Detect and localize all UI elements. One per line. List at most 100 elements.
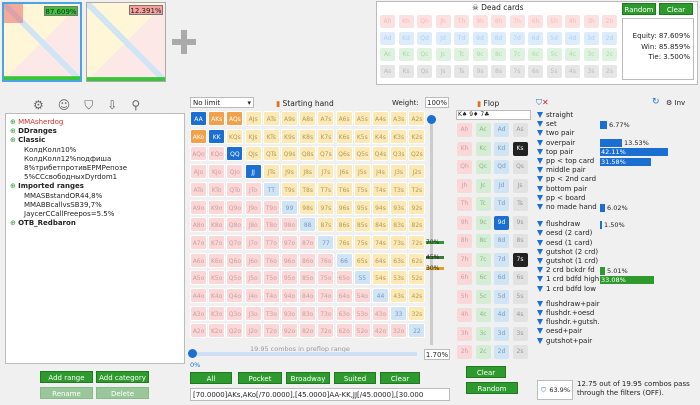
tree-item[interactable]: MMASBstandOR44,8% <box>10 192 184 201</box>
dead-card[interactable]: 9d <box>472 31 488 45</box>
hand-cell[interactable]: 65o <box>335 270 353 286</box>
hand-cell[interactable]: K3s <box>390 128 408 144</box>
broadway-button[interactable]: Broadway <box>286 372 330 384</box>
flop-card[interactable]: Td <box>494 197 509 211</box>
filter-item[interactable]: gutshot (2 crd) <box>537 248 598 257</box>
flop-card[interactable]: 2d <box>494 345 509 359</box>
hand-cell[interactable]: T3s <box>390 181 408 197</box>
hand-cell[interactable]: K2s <box>408 128 426 144</box>
hand-cell[interactable]: KK <box>208 128 226 144</box>
hand-cell[interactable]: 76s <box>335 234 353 250</box>
range-text-field[interactable]: [70.0000]AKs,AKo[/70.0000],[45.0000]AA-K… <box>190 388 450 401</box>
hand-cell[interactable]: J8s <box>299 164 317 180</box>
expand-icon[interactable]: ⊕ <box>10 136 16 144</box>
dead-card[interactable]: 3s <box>583 64 599 78</box>
suit-selector[interactable]: K♠ 9♦ 7♣ <box>456 110 531 120</box>
hand-cell[interactable]: 92s <box>408 199 426 215</box>
flop-card[interactable]: Kh <box>457 141 472 156</box>
hand-cell[interactable]: KQs <box>226 128 244 144</box>
filter-item[interactable]: pp < 2nd card <box>537 175 596 184</box>
filter-item[interactable]: straight <box>537 111 573 120</box>
hand-cell[interactable]: 73s <box>390 234 408 250</box>
hand-cell[interactable]: ATo <box>190 181 207 197</box>
hand-cell[interactable]: 87s <box>317 217 335 233</box>
hand-cell[interactable]: T9o <box>262 199 280 215</box>
tree-item[interactable]: ⊕ Imported ranges <box>10 182 184 191</box>
dead-card[interactable]: Ks <box>398 64 414 78</box>
flop-card[interactable]: 2c <box>475 345 491 359</box>
hand-cell[interactable]: 33 <box>390 305 408 321</box>
hand-cell[interactable]: 88 <box>299 217 317 233</box>
dead-card[interactable]: 5h <box>546 15 562 28</box>
hand-cell[interactable]: A8o <box>190 217 207 233</box>
hand-cell[interactable]: 95s <box>353 199 371 215</box>
flop-card[interactable]: Qd <box>494 160 509 174</box>
hand-cell[interactable]: T5o <box>262 270 280 286</box>
hand-cell[interactable]: J8o <box>244 217 262 233</box>
dead-card[interactable]: 3c <box>583 48 599 61</box>
inv-icon-wrap[interactable]: ⚙ Inv <box>666 99 685 107</box>
refresh-icon[interactable]: ↻ <box>652 97 660 107</box>
hand-cell[interactable]: K7s <box>317 128 335 144</box>
hand-cell[interactable]: K9s <box>281 128 298 144</box>
tree-item[interactable]: 8%трибетпротивEPMРепозе <box>10 164 184 173</box>
hand-cell[interactable]: 43o <box>372 305 389 321</box>
hand-cell[interactable]: Q6o <box>226 252 244 268</box>
dead-card[interactable]: 7h <box>509 15 525 28</box>
tree-item[interactable]: КолдКолл12%подфиша <box>10 155 184 164</box>
hand-cell[interactable]: 73o <box>317 305 335 321</box>
hand-cell[interactable]: A6s <box>335 111 353 126</box>
hand-cell[interactable]: A4o <box>190 288 207 303</box>
range-slider-track[interactable] <box>191 352 417 356</box>
hand-cell[interactable]: AKs <box>208 111 226 126</box>
hand-cell[interactable]: J5s <box>353 164 371 180</box>
filter-item[interactable]: oesd (2 card) <box>537 229 592 238</box>
filter-item[interactable]: pp < board <box>537 194 585 203</box>
dead-card[interactable]: Jh <box>435 15 451 28</box>
dead-card[interactable]: 4s <box>565 64 580 78</box>
dead-card[interactable]: 8c <box>491 48 506 61</box>
flop-card[interactable]: 3s <box>512 326 528 341</box>
hand-cell[interactable]: 97s <box>317 199 335 215</box>
filter-item[interactable]: no made hand <box>537 203 597 212</box>
hand-cell[interactable]: J9o <box>244 199 262 215</box>
flop-card[interactable]: 9h <box>457 215 472 230</box>
flop-card[interactable]: 8h <box>457 234 472 248</box>
hand-cell[interactable]: KJs <box>244 128 262 144</box>
hand-cell[interactable]: K2o <box>208 323 226 339</box>
hand-cell[interactable]: K3o <box>208 305 226 321</box>
dead-card[interactable]: Qs <box>417 64 432 78</box>
flop-card[interactable]: 8d <box>494 234 509 248</box>
flop-card[interactable]: 3h <box>457 326 472 341</box>
flop-card[interactable]: 4d <box>494 308 509 322</box>
hand-cell[interactable]: 75s <box>353 234 371 250</box>
user-icon[interactable]: ☺ <box>58 98 85 112</box>
dead-card[interactable]: 3h <box>583 15 599 28</box>
hand-cell[interactable]: K8o <box>208 217 226 233</box>
hand-cell[interactable]: J3o <box>244 305 262 321</box>
all-button[interactable]: All <box>190 372 232 384</box>
dead-card[interactable]: Th <box>454 15 469 28</box>
hand-cell[interactable]: 86s <box>335 217 353 233</box>
hand-cell[interactable]: T6s <box>335 181 353 197</box>
hand-cell[interactable]: 84s <box>372 217 389 233</box>
delete-button[interactable]: Delete <box>96 387 149 399</box>
hand-cell[interactable]: A2o <box>190 323 207 339</box>
hand-cell[interactable]: 72s <box>408 234 426 250</box>
filter-item[interactable]: set <box>537 120 557 129</box>
hand-cell[interactable]: Q8o <box>226 217 244 233</box>
hand-cell[interactable]: 22 <box>408 323 426 339</box>
hand-cell[interactable]: Q3o <box>226 305 244 321</box>
hand-cell[interactable]: 74o <box>317 288 335 303</box>
dead-card[interactable]: 9c <box>472 48 488 61</box>
dead-card[interactable]: 7d <box>509 31 525 45</box>
flop-card[interactable]: Kd <box>494 141 509 156</box>
dead-card[interactable]: Qc <box>417 48 432 61</box>
flop-random-button[interactable]: Random <box>466 382 518 394</box>
hand-cell[interactable]: AA <box>190 111 207 126</box>
dead-card[interactable]: Jd <box>435 31 451 45</box>
add-category-button[interactable]: Add category <box>96 371 149 383</box>
hand-cell[interactable]: Q9o <box>226 199 244 215</box>
flop-card[interactable]: Th <box>457 197 472 211</box>
dead-random-button[interactable]: Random <box>622 3 656 15</box>
